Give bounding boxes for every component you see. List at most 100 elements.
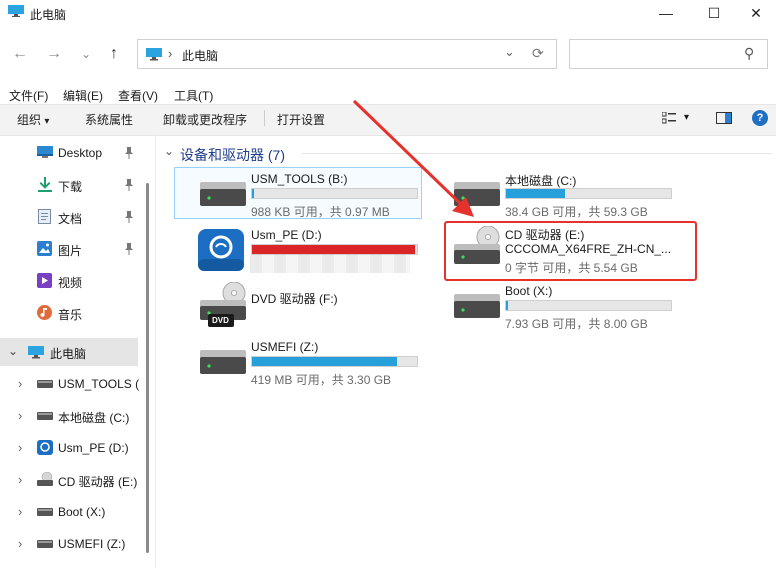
drive-name: USM_TOOLS (B:) <box>251 172 348 186</box>
sidebar-item-this-pc[interactable]: ⌄ 此电脑 <box>0 338 138 366</box>
preview-pane-icon[interactable] <box>716 112 732 124</box>
expand-chevron-icon[interactable]: › <box>18 504 22 519</box>
sidebar-item-label: 文档 <box>58 212 83 226</box>
organize-label: 组织 <box>17 113 42 127</box>
menu-tools[interactable]: 工具(T) <box>174 87 213 104</box>
sidebar-item-usm-tools[interactable]: › USM_TOOLS ( <box>0 370 150 398</box>
maximize-button[interactable]: ☐ <box>692 0 736 26</box>
pin-icon[interactable] <box>124 179 134 191</box>
view-options-caret-icon[interactable]: ▾ <box>684 112 689 123</box>
cd-drive-icon <box>37 472 53 486</box>
hard-drive-icon <box>454 294 500 318</box>
download-icon <box>38 177 52 192</box>
drive-volume-label: CCCOMA_X64FRE_ZH-CN_... <box>505 242 672 256</box>
drive-icon <box>37 540 53 548</box>
uninstall-program-button[interactable]: 卸载或更改程序 <box>163 111 247 128</box>
drive-usage-fill <box>506 301 508 310</box>
document-icon <box>38 209 51 224</box>
section-collapse-icon[interactable]: ⌄ <box>164 144 174 158</box>
sidebar-item-boot-x[interactable]: › Boot (X:) <box>0 498 150 526</box>
sidebar-item-usmefi-z[interactable]: › USMEFI (Z:) <box>0 530 150 558</box>
sidebar-item-usm-pe[interactable]: › Usm_PE (D:) <box>0 434 150 462</box>
sidebar-item-label: Usm_PE (D:) <box>58 441 129 455</box>
expand-chevron-icon[interactable]: › <box>18 536 22 551</box>
expand-chevron-icon[interactable]: › <box>18 472 22 487</box>
sidebar-item-label: USM_TOOLS ( <box>58 377 140 391</box>
refresh-icon[interactable]: ⟳ <box>532 45 544 62</box>
organize-button[interactable]: 组织 ▾ <box>17 111 49 128</box>
help-icon[interactable]: ? <box>752 110 768 126</box>
search-icon[interactable]: ⚲ <box>744 45 754 62</box>
address-path[interactable]: 此电脑 <box>182 47 218 64</box>
sidebar-item-label: USMEFI (Z:) <box>58 537 126 551</box>
recent-locations-button[interactable]: ⌄ <box>76 44 96 64</box>
close-button[interactable]: ✕ <box>734 0 776 26</box>
section-title[interactable]: 设备和驱动器 (7) <box>180 145 285 165</box>
drive-name: DVD 驱动器 (F:) <box>251 292 338 306</box>
sidebar-item-label: CD 驱动器 (E:) <box>58 475 138 489</box>
drive-icon <box>37 412 53 420</box>
window-title: 此电脑 <box>30 8 67 22</box>
view-options-icon[interactable] <box>662 112 676 124</box>
open-settings-button[interactable]: 打开设置 <box>277 111 325 128</box>
menu-edit[interactable]: 编辑(E) <box>63 87 103 104</box>
this-pc-icon <box>8 5 24 17</box>
menu-file[interactable]: 文件(F) <box>9 87 48 104</box>
sidebar-item-cd-drive-e[interactable]: › CD 驱动器 (E:) <box>0 466 150 494</box>
desktop-icon <box>37 146 53 158</box>
up-button[interactable]: ↑ <box>104 44 124 64</box>
sidebar-item-label: 视频 <box>58 276 83 290</box>
search-box[interactable]: ⚲ <box>569 39 768 69</box>
sidebar-item-label: 音乐 <box>58 308 83 322</box>
sidebar-item-label: Desktop <box>58 146 103 160</box>
navigation-pane: Desktop 下载 文档 图片 视频 音乐 ⌄ 此电脑 › USM_TOOLS… <box>0 138 150 568</box>
pin-icon[interactable] <box>124 147 134 159</box>
sidebar-item-music[interactable]: 音乐 <box>0 299 150 327</box>
collapse-chevron-icon[interactable]: ⌄ <box>8 344 18 358</box>
expand-chevron-icon[interactable]: › <box>18 440 22 455</box>
sidebar-item-documents[interactable]: 文档 <box>0 203 150 231</box>
pin-icon[interactable] <box>124 243 134 255</box>
sidebar-item-pictures[interactable]: 图片 <box>0 235 150 263</box>
annotation-arrow <box>352 99 474 217</box>
expand-chevron-icon[interactable]: › <box>18 408 22 423</box>
search-input[interactable] <box>576 44 740 66</box>
sidebar-item-desktop[interactable]: Desktop <box>0 139 150 167</box>
sidebar-item-downloads[interactable]: 下载 <box>0 171 150 199</box>
drive-usage-fill <box>252 357 398 366</box>
sidebar-item-label: Boot (X:) <box>58 505 106 519</box>
minimize-button[interactable]: — <box>644 0 688 26</box>
forward-button[interactable]: → <box>44 44 64 64</box>
sidebar-item-videos[interactable]: 视频 <box>0 267 150 295</box>
organize-caret-icon: ▾ <box>44 116 50 127</box>
drive-capacity: 419 MB 可用，共 3.30 GB <box>251 373 392 387</box>
pin-icon[interactable] <box>124 211 134 223</box>
picture-icon <box>37 241 52 256</box>
address-bar[interactable]: › 此电脑 ⌄ ⟳ <box>137 39 557 69</box>
sidebar-item-label: 本地磁盘 (C:) <box>58 411 130 425</box>
hard-drive-icon <box>200 182 246 206</box>
sidebar-item-label: 图片 <box>58 244 83 258</box>
drive-usage-bar <box>251 244 418 255</box>
menu-view[interactable]: 查看(V) <box>118 87 158 104</box>
drive-capacity: 38.4 GB 可用，共 59.3 GB <box>505 205 648 219</box>
drive-capacity: 0 字节 可用，共 5.54 GB <box>505 261 638 275</box>
drive-usage-fill <box>506 189 566 198</box>
drive-name: Boot (X:) <box>505 284 553 298</box>
back-button[interactable]: ← <box>10 44 30 64</box>
video-icon <box>37 273 52 288</box>
hard-drive-icon <box>200 350 246 374</box>
sidebar-item-label: 此电脑 <box>50 347 87 361</box>
drive-usage-fill <box>252 245 416 254</box>
address-dropdown-icon[interactable]: ⌄ <box>504 44 515 60</box>
drive-usage-bar <box>505 188 672 199</box>
system-properties-button[interactable]: 系统属性 <box>85 111 133 128</box>
expand-chevron-icon[interactable]: › <box>18 376 22 391</box>
drive-name: Usm_PE (D:) <box>251 228 322 242</box>
sidebar-item-label: 下载 <box>58 180 83 194</box>
sidebar-scrollbar[interactable] <box>146 183 149 553</box>
dvd-badge: DVD <box>212 316 229 325</box>
drive-name: CD 驱动器 (E:) <box>505 228 585 242</box>
drive-icon <box>37 508 53 516</box>
sidebar-item-local-disk-c[interactable]: › 本地磁盘 (C:) <box>0 402 150 430</box>
